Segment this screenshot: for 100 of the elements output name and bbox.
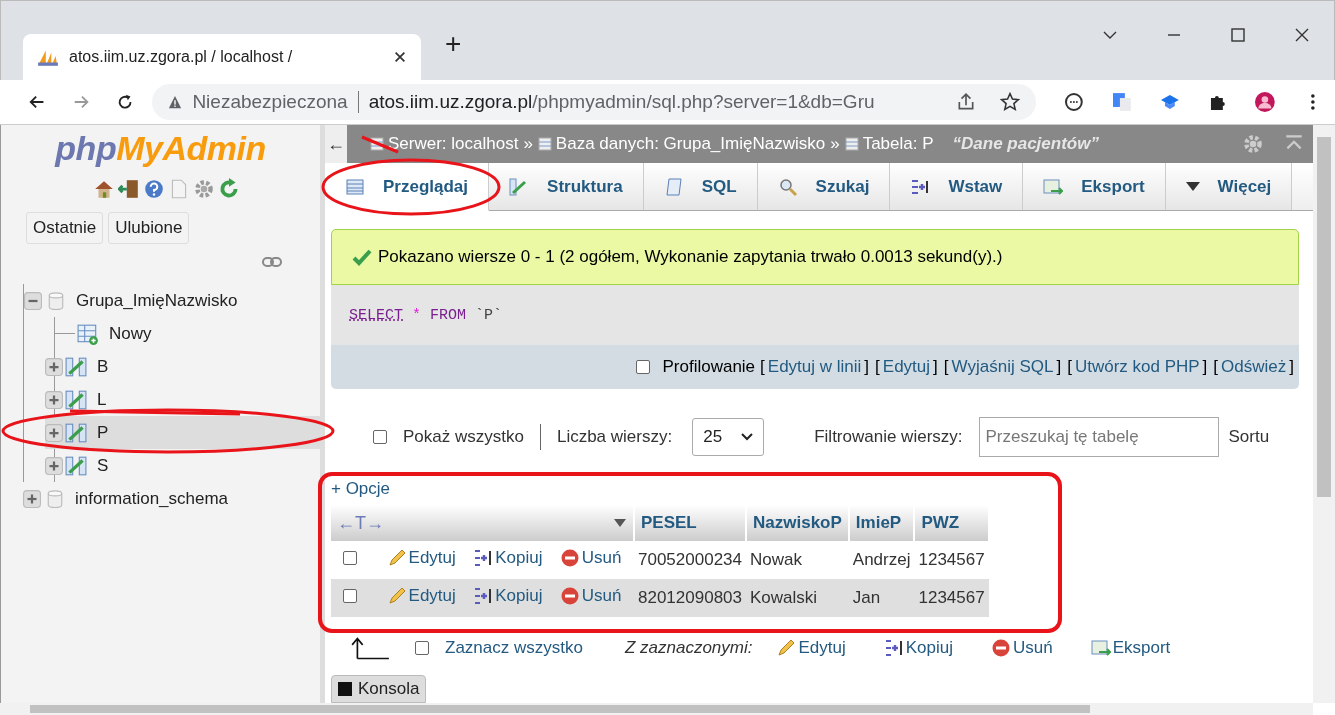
browser-tab[interactable]: atos.iim.uz.zgora.pl / localhost /: [23, 34, 421, 80]
tab[interactable]: Eksport: [1023, 163, 1166, 210]
row-action-link[interactable]: Kopiuj: [495, 547, 543, 568]
insert-row-icon[interactable]: [473, 585, 494, 606]
query-link[interactable]: Utwórz kod PHP: [1074, 357, 1200, 377]
horizontal-scrollbar[interactable]: [0, 703, 1313, 715]
avatar-icon[interactable]: [1255, 90, 1276, 114]
breadcrumb-link[interactable]: Baza danych: Grupa_ImięNazwisko: [555, 134, 826, 154]
query-link[interactable]: Odśwież: [1221, 357, 1287, 377]
database-name[interactable]: information_schema: [75, 488, 229, 509]
checkbox[interactable]: [343, 589, 357, 603]
expand-icon[interactable]: [45, 357, 63, 376]
export-icon[interactable]: [1090, 638, 1111, 658]
select-all-link[interactable]: Zaznacz wszystko: [445, 638, 583, 658]
collapse-icon[interactable]: [24, 291, 42, 310]
door-exit-icon[interactable]: [118, 178, 140, 200]
expand-icon[interactable]: [45, 456, 63, 475]
close-icon[interactable]: [1294, 27, 1310, 43]
delete-icon[interactable]: [991, 638, 1011, 658]
bracket: [: [1067, 357, 1072, 377]
checkbox[interactable]: [636, 360, 651, 374]
recent-favorites-tab[interactable]: Ostatnie: [26, 212, 104, 244]
sort-label: Sortu: [1228, 427, 1270, 447]
tab[interactable]: Szukaj: [757, 163, 891, 210]
expand-icon[interactable]: [23, 489, 41, 508]
tab[interactable]: Więcej: [1165, 163, 1293, 210]
tab[interactable]: Wstaw: [890, 163, 1024, 210]
checkbox[interactable]: [373, 430, 387, 444]
new-tab-button[interactable]: +: [439, 27, 468, 60]
insert-row-icon[interactable]: [883, 638, 904, 658]
table-name[interactable]: L: [97, 389, 107, 410]
phpmyadmin-logo[interactable]: phpMyAdmin: [1, 129, 320, 168]
profiling-label: Profilowanie: [662, 357, 756, 377]
share-icon[interactable]: [956, 92, 977, 112]
row-action-link[interactable]: Edytuj: [408, 585, 456, 606]
star-icon[interactable]: [1000, 92, 1021, 112]
help-icon[interactable]: [143, 178, 165, 200]
database-name[interactable]: Grupa_ImięNazwisko: [76, 290, 238, 311]
address-bar[interactable]: Niezabezpieczona atos.iim.uz.zgora.pl/phpmyadmin/sql.php?server=1&db=Gru: [152, 84, 1037, 120]
dropdown-triangle-icon: [1185, 182, 1200, 191]
bulk-action-link[interactable]: Edytuj: [798, 638, 846, 658]
table-name[interactable]: B: [97, 356, 109, 377]
delete-icon[interactable]: [559, 547, 580, 568]
checkbox[interactable]: [415, 641, 429, 655]
with-selected-label: Z zaznaczonymi:: [624, 638, 753, 658]
table-name[interactable]: Nowy: [109, 323, 152, 344]
url-text: atos.iim.uz.zgora.pl/phpmyadmin/sql.php?server=1&db=Gru: [368, 91, 875, 113]
row-action-link[interactable]: Usuń: [581, 547, 622, 568]
collapse-panel-button[interactable]: ←: [325, 125, 347, 163]
options-link[interactable]: + Opcje: [331, 479, 391, 499]
breadcrumb-separator: »: [523, 134, 533, 154]
security-label: Niezabezpieczona: [192, 91, 348, 113]
expand-icon[interactable]: [45, 390, 63, 409]
table-cell: 1234567: [914, 541, 989, 579]
sail-logo-icon: [37, 48, 59, 66]
bracket: ]: [1289, 357, 1294, 377]
rows-count-label: Liczba wierszy:: [556, 427, 673, 447]
bulk-action-link[interactable]: Eksport: [1112, 638, 1171, 658]
tab-icon: [777, 176, 798, 197]
row-action-link[interactable]: Usuń: [581, 585, 622, 606]
row-action-link[interactable]: Edytuj: [408, 547, 456, 568]
console-button[interactable]: Konsola: [331, 675, 427, 703]
tab[interactable]: Przeglądaj: [325, 163, 490, 211]
bracket: [: [943, 357, 949, 377]
link-icon[interactable]: [262, 256, 282, 268]
pencil-icon[interactable]: [776, 638, 797, 658]
sql-query: SELECT * FROM `P`: [349, 306, 503, 324]
column-header[interactable]: ImieP: [848, 505, 915, 541]
column-header[interactable]: NazwiskoP: [746, 505, 849, 541]
search-field[interactable]: Przeszukaj tę tabelę: [978, 417, 1219, 457]
chat-bubble-icon[interactable]: [1064, 90, 1085, 114]
tab[interactable]: Struktura: [489, 163, 644, 210]
bulk-action-link[interactable]: Usuń: [1013, 638, 1053, 658]
delete-icon[interactable]: [559, 585, 580, 606]
maximize-icon[interactable]: [1230, 27, 1246, 43]
column-header[interactable]: PESEL: [634, 505, 746, 541]
tab[interactable]: SQL: [643, 163, 758, 210]
pencil-icon[interactable]: [386, 547, 407, 568]
query-link[interactable]: Edytuj: [882, 357, 931, 377]
bracket: [: [875, 357, 880, 377]
breadcrumb-link[interactable]: Tabela: P: [862, 134, 934, 154]
query-link[interactable]: Edytuj w linii: [767, 357, 862, 377]
vertical-scrollbar[interactable]: [1313, 125, 1335, 703]
settings-icon[interactable]: [193, 178, 215, 200]
dropdown-triangle-icon[interactable]: [613, 518, 627, 528]
pencil-icon[interactable]: [386, 585, 407, 606]
breadcrumb-link[interactable]: Serwer: localhost: [388, 134, 519, 154]
query-link[interactable]: Wyjaśnij SQL: [951, 357, 1054, 377]
table-name[interactable]: S: [97, 455, 109, 476]
checkbox[interactable]: [343, 551, 357, 565]
insert-row-icon[interactable]: [473, 547, 494, 568]
close-icon[interactable]: [393, 50, 407, 64]
recent-favorites-tab[interactable]: Ulubione: [108, 212, 190, 244]
column-header[interactable]: PWZ: [914, 505, 989, 541]
expand-icon[interactable]: [45, 423, 63, 442]
rows-count-select[interactable]: 25: [692, 418, 765, 456]
row-action-link[interactable]: Kopiuj: [495, 585, 543, 606]
table-name[interactable]: P: [97, 422, 109, 443]
bulk-action-link[interactable]: Kopiuj: [905, 638, 953, 658]
table-cell: 70052000234: [634, 541, 746, 579]
